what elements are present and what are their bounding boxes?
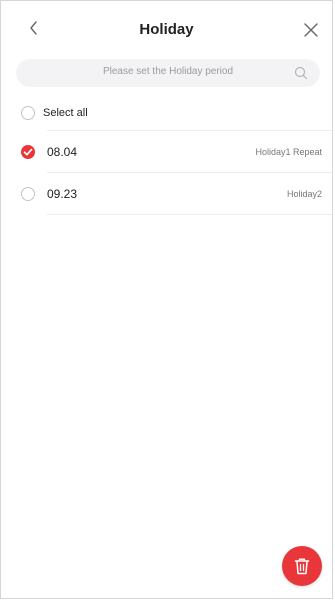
item-date: 09.23 [47, 187, 78, 201]
select-all-row[interactable]: Select all [1, 97, 332, 131]
app-screen: Holiday Please set the Holiday period Se… [0, 0, 333, 599]
delete-button[interactable] [282, 546, 322, 586]
trash-icon [294, 558, 310, 575]
search-placeholder: Please set the Holiday period [102, 66, 234, 77]
divider [47, 214, 332, 215]
check-icon [23, 148, 33, 156]
list-item[interactable]: 08.04 Holiday1 Repeat [1, 131, 332, 173]
search-icon[interactable] [294, 66, 308, 80]
item-checkbox-checked[interactable] [21, 145, 35, 159]
item-tag: Holiday1 Repeat [255, 147, 322, 157]
item-tag: Holiday2 [286, 189, 322, 199]
page-title: Holiday [139, 21, 194, 38]
close-button[interactable] [300, 19, 322, 41]
search-input[interactable]: Please set the Holiday period [16, 59, 320, 87]
holiday-list: Select all 08.04 Holiday1 Repeat 09.23 H… [1, 97, 332, 215]
item-date: 08.04 [47, 145, 78, 159]
select-all-radio[interactable] [21, 106, 35, 120]
select-all-label: Select all [43, 107, 88, 119]
list-item[interactable]: 09.23 Holiday2 [1, 173, 332, 215]
close-icon [304, 23, 318, 37]
item-checkbox[interactable] [21, 187, 35, 201]
header: Holiday [1, 1, 332, 51]
